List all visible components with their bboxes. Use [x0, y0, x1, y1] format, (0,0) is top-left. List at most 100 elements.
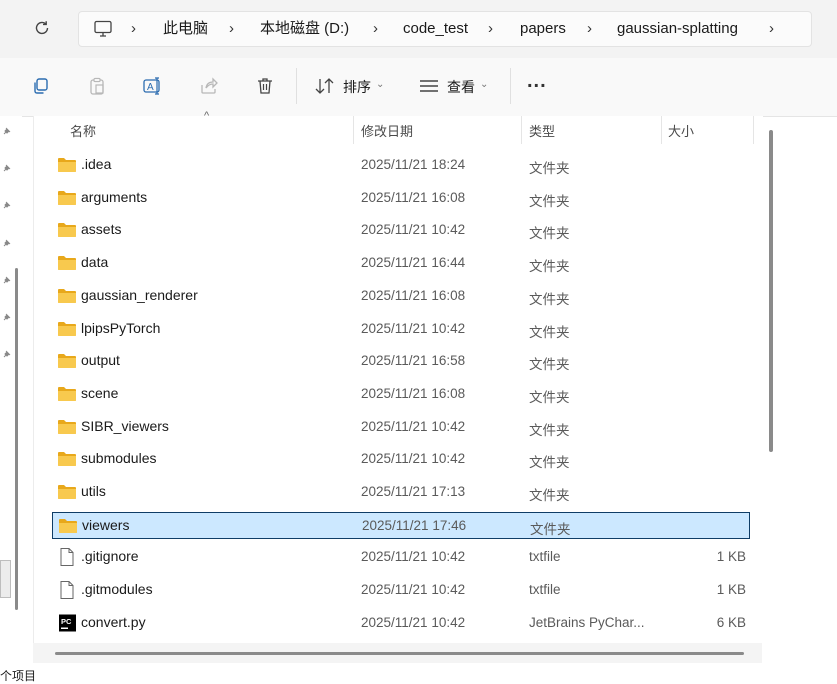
pin-icon[interactable] [2, 349, 12, 359]
file-modified-date: 2025/11/21 10:42 [361, 614, 466, 630]
file-row[interactable]: .gitmodules 2025/11/21 10:42 txtfile 1 KB [52, 577, 750, 604]
pin-icon[interactable] [2, 275, 12, 285]
file-row[interactable]: PC convert.py 2025/11/21 10:42 JetBrains Py… [52, 610, 750, 637]
file-name: gaussian_renderer [81, 286, 198, 303]
pin-icon[interactable] [2, 312, 12, 322]
folder-icon [58, 288, 76, 303]
pin-icon[interactable] [2, 163, 12, 173]
more-icon: ... [527, 70, 547, 92]
folder-icon [58, 223, 76, 238]
folder-icon [58, 386, 76, 401]
breadcrumb-chevron-icon[interactable]: › [769, 12, 774, 46]
column-divider[interactable] [661, 116, 662, 144]
computer-icon [94, 20, 112, 37]
column-divider[interactable] [753, 116, 754, 144]
file-row[interactable]: scene 2025/11/21 16:08 文件夹 [52, 381, 750, 408]
column-header-date[interactable]: 修改日期 [361, 121, 413, 140]
toolbar-divider [510, 68, 511, 104]
view-button[interactable]: 查看 ⌄ [414, 68, 496, 104]
file-name: .gitignore [81, 548, 139, 565]
share-button[interactable] [198, 75, 220, 97]
file-row[interactable]: gaussian_renderer 2025/11/21 16:08 文件夹 [52, 283, 750, 310]
file-modified-date: 2025/11/21 10:42 [361, 418, 466, 434]
file-row[interactable]: assets 2025/11/21 10:42 文件夹 [52, 217, 750, 244]
copy-button[interactable] [30, 75, 52, 97]
refresh-button[interactable] [30, 16, 54, 40]
toolbar-divider [296, 68, 297, 104]
status-bar: 个项目 [0, 664, 837, 683]
folder-icon [58, 452, 76, 467]
horizontal-scrollbar-track [33, 643, 762, 663]
file-modified-date: 2025/11/21 10:42 [361, 222, 466, 238]
paste-button[interactable] [86, 75, 108, 97]
file-type: 文件夹 [529, 357, 570, 373]
file-modified-date: 2025/11/21 10:42 [361, 582, 466, 598]
file-list: ^ 名称 修改日期 类型 大小 .idea 2025/11/21 18:24 文件夹… [33, 110, 763, 650]
file-type: 文件夹 [529, 488, 570, 503]
file-row[interactable]: arguments 2025/11/21 16:08 文件夹 [52, 185, 750, 212]
column-divider[interactable] [353, 116, 354, 144]
delete-button[interactable] [254, 75, 276, 97]
column-divider[interactable] [521, 116, 522, 144]
file-name: utils [81, 483, 106, 499]
breadcrumb-chevron-icon: › [131, 20, 136, 37]
file-name: viewers [82, 516, 130, 533]
file-row[interactable]: lpipsPyTorch 2025/11/21 10:42 文件夹 [52, 316, 750, 343]
breadcrumb-item-this-pc[interactable]: 此电脑 [163, 12, 208, 46]
file-row[interactable]: data 2025/11/21 16:44 文件夹 [52, 250, 750, 277]
file-row[interactable]: viewers 2025/11/21 17:46 文件夹 [52, 511, 750, 539]
view-list-icon [420, 80, 438, 92]
file-modified-date: 2025/11/21 16:08 [361, 287, 466, 303]
file-modified-date: 2025/11/21 16:44 [361, 255, 466, 271]
pin-icon[interactable] [2, 238, 12, 248]
more-options-button[interactable]: ... [524, 70, 554, 100]
breadcrumb-item-gaussian-splatting[interactable]: gaussian-splatting [617, 12, 738, 46]
column-header-size[interactable]: 大小 [668, 121, 694, 140]
pin-icon[interactable] [2, 126, 12, 136]
svg-text:PC: PC [61, 617, 72, 626]
view-label: 查看 [447, 79, 475, 95]
file-type: 文件夹 [529, 291, 570, 307]
file-type: txtfile [529, 582, 561, 598]
file-size: 1 KB [716, 582, 746, 598]
breadcrumb-chevron-icon: › [373, 20, 378, 37]
folder-icon [58, 485, 76, 499]
vertical-scrollbar[interactable] [769, 130, 773, 452]
file-name: .idea [81, 156, 112, 172]
column-header-type[interactable]: 类型 [529, 121, 555, 140]
breadcrumb-item-papers[interactable]: papers [520, 12, 566, 46]
nav-pane-item[interactable] [0, 560, 11, 598]
folder-icon [58, 354, 76, 369]
text-file-icon [60, 581, 74, 600]
file-name: lpipsPyTorch [81, 319, 161, 336]
file-modified-date: 2025/11/21 10:42 [361, 451, 466, 467]
file-type: 文件夹 [529, 259, 570, 275]
sort-button[interactable]: 排序 ⌄ [310, 68, 392, 104]
nav-pane-scrollbar[interactable] [15, 268, 18, 610]
trash-icon [258, 78, 272, 94]
rename-button[interactable]: A [142, 75, 164, 97]
breadcrumb-item-code-test[interactable]: code_test [403, 12, 468, 46]
sort-ascending-icon: ^ [204, 110, 210, 122]
address-bar[interactable]: › 此电脑 › 本地磁盘 (D:) › code_test › papers ›… [78, 11, 812, 47]
file-row[interactable]: .gitignore 2025/11/21 10:42 txtfile 1 KB [52, 544, 750, 571]
file-row[interactable]: .idea 2025/11/21 18:24 文件夹 [52, 152, 750, 179]
file-row[interactable]: SIBR_viewers 2025/11/21 10:42 文件夹 [52, 414, 750, 441]
file-name: data [81, 254, 109, 271]
pin-icon[interactable] [2, 200, 12, 210]
file-size: 1 KB [716, 549, 746, 565]
file-type: JetBrains PyChar... [529, 614, 645, 630]
breadcrumb-item-drive-d[interactable]: 本地磁盘 (D:) [260, 12, 349, 46]
file-row[interactable]: submodules 2025/11/21 10:42 文件夹 [52, 446, 750, 473]
file-type: 文件夹 [529, 161, 570, 176]
file-row[interactable]: output 2025/11/21 16:58 文件夹 [52, 348, 750, 375]
file-row[interactable]: utils 2025/11/21 17:13 文件夹 [52, 479, 750, 506]
copy-icon [34, 78, 48, 94]
share-icon [201, 77, 218, 94]
column-header-name[interactable]: 名称 [70, 121, 96, 140]
file-name: .gitmodules [81, 581, 153, 598]
horizontal-scrollbar[interactable] [55, 652, 744, 655]
folder-icon [59, 518, 77, 533]
file-modified-date: 2025/11/21 17:46 [362, 517, 467, 533]
file-modified-date: 2025/11/21 16:58 [361, 353, 466, 369]
